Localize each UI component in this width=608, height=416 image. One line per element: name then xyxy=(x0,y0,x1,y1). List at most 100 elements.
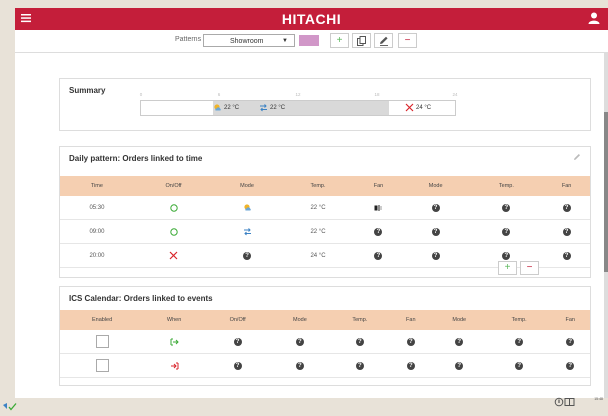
time-cell[interactable]: 05:30 xyxy=(60,196,134,220)
column-header: Mode xyxy=(430,310,488,330)
help-icon[interactable]: ? xyxy=(562,203,571,212)
edit-pattern-button[interactable] xyxy=(374,33,393,48)
table-header-row: Enabled When On/Off Mode Temp. Fan Mode … xyxy=(60,310,590,330)
help-icon[interactable]: ? xyxy=(431,203,440,212)
help-icon[interactable]: ? xyxy=(502,203,511,212)
time-cell[interactable]: 20:00 xyxy=(60,243,134,268)
ics-calendar-title: ICS Calendar: Orders linked to events xyxy=(69,294,213,303)
help-icon[interactable]: ? xyxy=(502,251,511,260)
auto-mode-icon[interactable] xyxy=(243,227,252,236)
column-header: Temp. xyxy=(328,310,392,330)
pattern-select[interactable]: Showroom ▼ xyxy=(203,34,295,47)
ics-calendar-card: ICS Calendar: Orders linked to events En… xyxy=(59,286,591,386)
summary-tick: 6 xyxy=(217,92,221,97)
temp-cell[interactable]: 22 °C xyxy=(280,219,356,244)
fan-speed-icon[interactable] xyxy=(374,204,383,212)
on-circle-icon[interactable] xyxy=(169,203,178,212)
temp-cell[interactable]: 24 °C xyxy=(280,243,356,268)
column-header: Mode xyxy=(271,310,329,330)
help-icon[interactable]: ? xyxy=(566,361,575,370)
remove-row-button[interactable]: − xyxy=(520,261,539,275)
column-header: Fan xyxy=(391,310,431,330)
help-icon[interactable]: ? xyxy=(566,337,575,346)
enabled-checkbox[interactable] xyxy=(95,335,109,348)
column-header: Enabled xyxy=(60,310,145,330)
help-icon[interactable]: ? xyxy=(562,251,571,260)
table-row[interactable]: 05:30 22 °C ? ? ? xyxy=(60,196,590,220)
off-x-icon xyxy=(405,103,414,112)
summary-segment: 24 °C xyxy=(405,101,457,115)
help-icon[interactable]: ? xyxy=(431,251,440,260)
pattern-color-swatch[interactable] xyxy=(299,35,319,46)
help-icon[interactable]: ? xyxy=(406,337,415,346)
on-circle-icon[interactable] xyxy=(169,227,178,236)
event-start-icon[interactable] xyxy=(170,338,179,346)
help-icon[interactable]: ? xyxy=(455,361,464,370)
sun-cloud-icon xyxy=(213,103,222,112)
temp-cell[interactable]: 22 °C xyxy=(280,196,356,220)
copy-pattern-button[interactable] xyxy=(352,33,371,48)
table-row[interactable]: ? ? ? ? ? ? ? xyxy=(60,353,590,378)
daily-pattern-table: Time On/Off Mode Temp. Fan Mode Temp. Fa… xyxy=(60,176,590,268)
help-icon[interactable]: ? xyxy=(562,227,571,236)
column-header: Fan xyxy=(543,176,590,196)
help-icon[interactable]: ? xyxy=(406,361,415,370)
sun-cloud-icon[interactable] xyxy=(243,203,252,212)
summary-tick: 12 xyxy=(295,92,301,97)
caret-down-icon: ▼ xyxy=(282,38,288,44)
help-icon[interactable]: ? xyxy=(374,251,383,260)
help-icon[interactable]: ? xyxy=(431,227,440,236)
scrollbar-thumb[interactable] xyxy=(604,112,608,272)
help-icon[interactable]: ? xyxy=(515,337,524,346)
delete-pattern-button[interactable]: − xyxy=(398,33,417,48)
column-header: Fan xyxy=(550,310,590,330)
summary-segment-label: 24 °C xyxy=(416,105,432,111)
enabled-checkbox[interactable] xyxy=(95,359,109,372)
table-header-row: Time On/Off Mode Temp. Fan Mode Temp. Fa… xyxy=(60,176,590,196)
summary-card: Summary 0 6 12 18 24 22 °C 22 °C 24 °C xyxy=(59,78,591,131)
auto-mode-icon xyxy=(259,103,268,112)
summary-tick: 24 xyxy=(452,92,458,97)
summary-segment: 22 °C xyxy=(259,101,389,115)
help-icon[interactable]: ? xyxy=(233,337,242,346)
patterns-toolbar: Patterns Showroom ▼ + − xyxy=(15,30,608,53)
column-header: Temp. xyxy=(280,176,356,196)
help-icon[interactable]: ? xyxy=(455,337,464,346)
summary-title: Summary xyxy=(69,86,106,95)
ics-calendar-table: Enabled When On/Off Mode Temp. Fan Mode … xyxy=(60,310,590,378)
tray-icons[interactable] xyxy=(554,397,576,407)
help-icon[interactable]: ? xyxy=(295,337,304,346)
help-icon[interactable]: ? xyxy=(295,361,304,370)
daily-pattern-title: Daily pattern: Orders linked to time xyxy=(69,154,203,163)
add-pattern-button[interactable]: + xyxy=(330,33,349,48)
time-cell[interactable]: 09:00 xyxy=(60,219,134,244)
pencil-icon xyxy=(379,36,388,46)
edit-pencil-icon[interactable] xyxy=(573,153,581,161)
help-icon[interactable]: ? xyxy=(515,361,524,370)
help-icon[interactable]: ? xyxy=(355,337,364,346)
table-row[interactable]: 09:00 22 °C ? ? ? ? xyxy=(60,219,590,244)
off-x-icon[interactable] xyxy=(169,251,178,260)
help-icon[interactable]: ? xyxy=(374,227,383,236)
help-icon[interactable]: ? xyxy=(355,361,364,370)
summary-tick: 0 xyxy=(139,92,143,97)
column-header: On/Off xyxy=(133,176,214,196)
summary-segment-label: 22 °C xyxy=(270,105,286,111)
add-row-button[interactable]: + xyxy=(498,261,517,275)
help-icon[interactable]: ? xyxy=(502,227,511,236)
taskbar-tray: 15:48 xyxy=(554,397,606,407)
status-check-icon xyxy=(2,398,22,411)
table-row[interactable]: ? ? ? ? ? ? ? xyxy=(60,330,590,354)
user-icon[interactable] xyxy=(588,11,602,26)
clock-time: 15:48 xyxy=(594,397,603,401)
help-icon[interactable]: ? xyxy=(243,251,252,260)
scrollbar[interactable] xyxy=(604,52,608,398)
column-header: Temp. xyxy=(487,310,551,330)
help-icon[interactable]: ? xyxy=(233,361,242,370)
column-header: On/Off xyxy=(204,310,272,330)
summary-segment: 22 °C xyxy=(213,101,259,115)
summary-timeline: 22 °C 22 °C 24 °C xyxy=(140,100,456,116)
brand-logo: HITACHI xyxy=(281,11,342,27)
column-header: Mode xyxy=(401,176,470,196)
event-end-icon[interactable] xyxy=(170,362,179,370)
